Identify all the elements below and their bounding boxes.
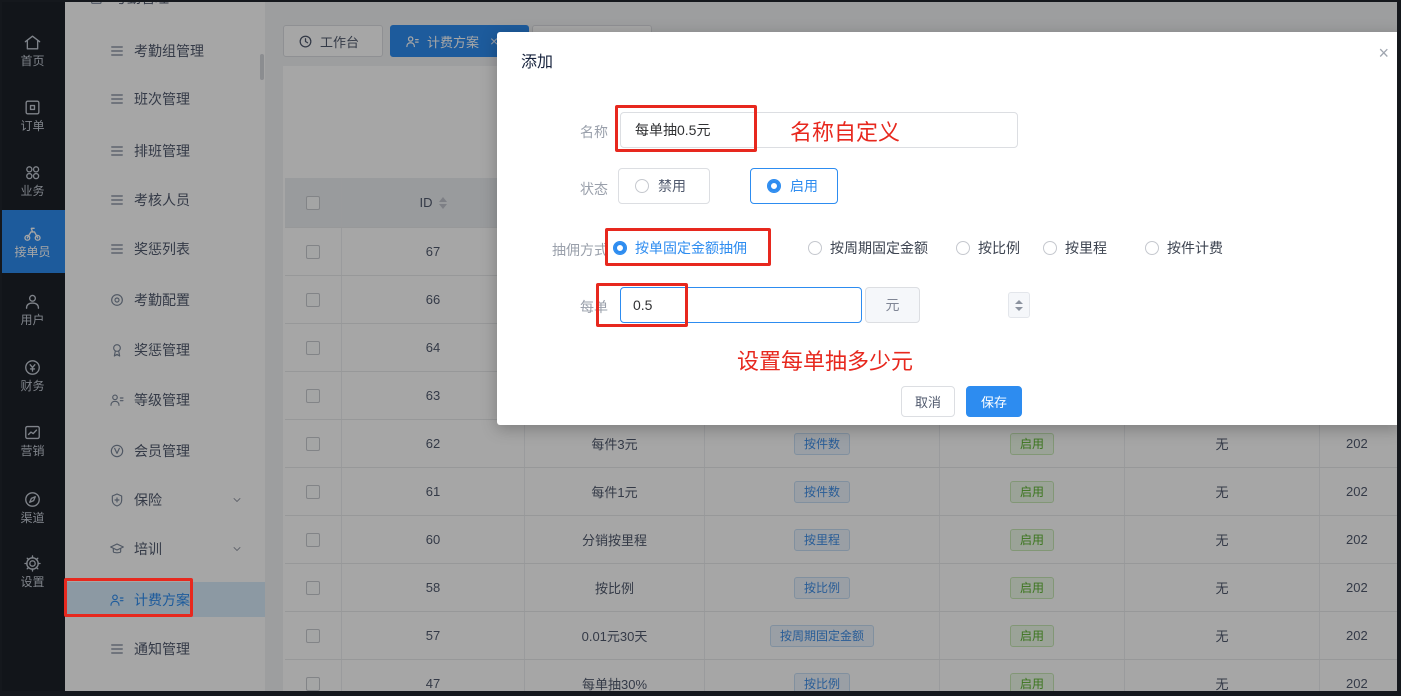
dialog-title: 添加: [521, 48, 553, 72]
radio-cycle-fixed[interactable]: 按周期固定金额: [808, 238, 928, 258]
radio-label: 按周期固定金额: [830, 238, 928, 258]
radio-label: 按比例: [978, 238, 1020, 258]
radio-per-order-fixed[interactable]: 按单固定金额抽佣: [613, 238, 747, 258]
radio-by-mileage[interactable]: 按里程: [1043, 238, 1107, 258]
radio-selected-icon: [613, 241, 627, 255]
status-field-label: 状态: [528, 179, 608, 199]
name-field-label: 名称: [528, 122, 608, 142]
amount-input[interactable]: 0.5: [620, 287, 862, 323]
cancel-button[interactable]: 取消: [901, 386, 955, 417]
radio-label: 禁用: [658, 176, 686, 196]
name-input[interactable]: 每单抽0.5元: [620, 112, 1018, 148]
radio-icon: [808, 241, 822, 255]
radio-label: 按件计费: [1167, 238, 1223, 258]
radio-label: 按单固定金额抽佣: [635, 238, 747, 258]
close-icon[interactable]: ×: [1378, 44, 1389, 62]
method-field-label: 抽佣方式: [528, 240, 608, 260]
radio-label: 按里程: [1065, 238, 1107, 258]
save-button[interactable]: 保存: [966, 386, 1022, 417]
unit-suffix: 元: [865, 287, 920, 323]
number-stepper[interactable]: [1008, 292, 1030, 318]
app-screen: 首页 订单 业务 接单员 用户 财务 营销 渠道: [0, 0, 1401, 696]
radio-by-piece[interactable]: 按件计费: [1145, 238, 1223, 258]
radio-disabled[interactable]: 禁用: [618, 168, 710, 204]
radio-icon: [1043, 241, 1057, 255]
radio-icon: [1145, 241, 1159, 255]
radio-selected-icon: [767, 179, 781, 193]
radio-icon: [956, 241, 970, 255]
amount-field-label: 每单: [528, 297, 608, 317]
radio-label: 启用: [790, 176, 818, 196]
radio-by-ratio[interactable]: 按比例: [956, 238, 1020, 258]
annotation-text-amount: 设置每单抽多少元: [737, 344, 913, 376]
radio-icon: [635, 179, 649, 193]
radio-enabled[interactable]: 启用: [750, 168, 838, 204]
add-dialog: 添加 × 名称 每单抽0.5元 名称自定义 状态 禁用 启用 抽佣方式 按单固定…: [497, 32, 1401, 425]
